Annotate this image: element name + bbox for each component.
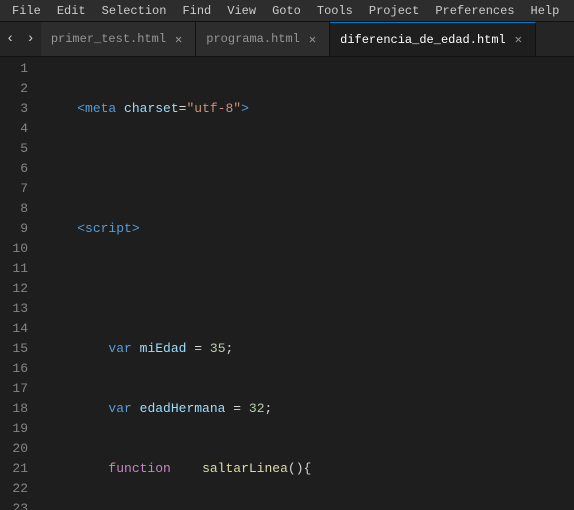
line-num-1: 1 xyxy=(10,59,28,79)
menu-edit[interactable]: Edit xyxy=(49,0,94,21)
code-line-1: <meta charset="utf-8"> xyxy=(46,99,574,119)
tab-programa-close[interactable]: ✕ xyxy=(306,31,319,48)
code-line-6: var edadHermana = 32; xyxy=(46,399,574,419)
line-num-3: 3 xyxy=(10,99,28,119)
line-num-5: 5 xyxy=(10,139,28,159)
line-num-20: 20 xyxy=(10,439,28,459)
menu-preferences[interactable]: Preferences xyxy=(427,0,522,21)
code-line-5: var miEdad = 35; xyxy=(46,339,574,359)
line-num-9: 9 xyxy=(10,219,28,239)
line-num-8: 8 xyxy=(10,199,28,219)
menu-selection[interactable]: Selection xyxy=(94,0,175,21)
menu-goto[interactable]: Goto xyxy=(264,0,309,21)
line-num-17: 17 xyxy=(10,379,28,399)
line-num-21: 21 xyxy=(10,459,28,479)
line-num-13: 13 xyxy=(10,299,28,319)
tab-nav-next[interactable]: › xyxy=(20,22,40,56)
line-num-10: 10 xyxy=(10,239,28,259)
tab-diferencia[interactable]: diferencia_de_edad.html ✕ xyxy=(330,22,536,56)
tab-programa[interactable]: programa.html ✕ xyxy=(196,22,330,56)
line-num-12: 12 xyxy=(10,279,28,299)
line-num-6: 6 xyxy=(10,159,28,179)
menubar: File Edit Selection Find View Goto Tools… xyxy=(0,0,574,22)
line-num-19: 19 xyxy=(10,419,28,439)
line-num-18: 18 xyxy=(10,399,28,419)
code-line-7: function saltarLinea(){ xyxy=(46,459,574,479)
tab-primer-test[interactable]: primer_test.html ✕ xyxy=(41,22,196,56)
menu-file[interactable]: File xyxy=(4,0,49,21)
line-numbers: 1 2 3 4 5 6 7 8 9 10 11 12 13 14 15 16 1… xyxy=(0,57,38,510)
code-editor[interactable]: <meta charset="utf-8"> <script> var miEd… xyxy=(38,57,574,510)
tab-diferencia-close[interactable]: ✕ xyxy=(512,31,525,48)
tab-primer-close[interactable]: ✕ xyxy=(172,31,185,48)
line-num-23: 23 xyxy=(10,499,28,510)
menu-help[interactable]: Help xyxy=(523,0,568,21)
tab-nav-prev[interactable]: ‹ xyxy=(0,22,20,56)
line-num-16: 16 xyxy=(10,359,28,379)
line-num-14: 14 xyxy=(10,319,28,339)
line-num-22: 22 xyxy=(10,479,28,499)
line-num-4: 4 xyxy=(10,119,28,139)
menu-view[interactable]: View xyxy=(219,0,264,21)
code-line-4 xyxy=(46,279,574,299)
code-line-3: <script> xyxy=(46,219,574,239)
menu-find[interactable]: Find xyxy=(174,0,219,21)
code-line-2 xyxy=(46,159,574,179)
line-num-2: 2 xyxy=(10,79,28,99)
menu-tools[interactable]: Tools xyxy=(309,0,361,21)
menu-project[interactable]: Project xyxy=(361,0,427,21)
line-num-11: 11 xyxy=(10,259,28,279)
tab-programa-label: programa.html xyxy=(206,32,300,46)
tab-primer-label: primer_test.html xyxy=(51,32,166,46)
line-num-15: 15 xyxy=(10,339,28,359)
line-num-7: 7 xyxy=(10,179,28,199)
tabbar: ‹ › primer_test.html ✕ programa.html ✕ d… xyxy=(0,22,574,57)
editor: 1 2 3 4 5 6 7 8 9 10 11 12 13 14 15 16 1… xyxy=(0,57,574,510)
tab-diferencia-label: diferencia_de_edad.html xyxy=(340,33,506,47)
